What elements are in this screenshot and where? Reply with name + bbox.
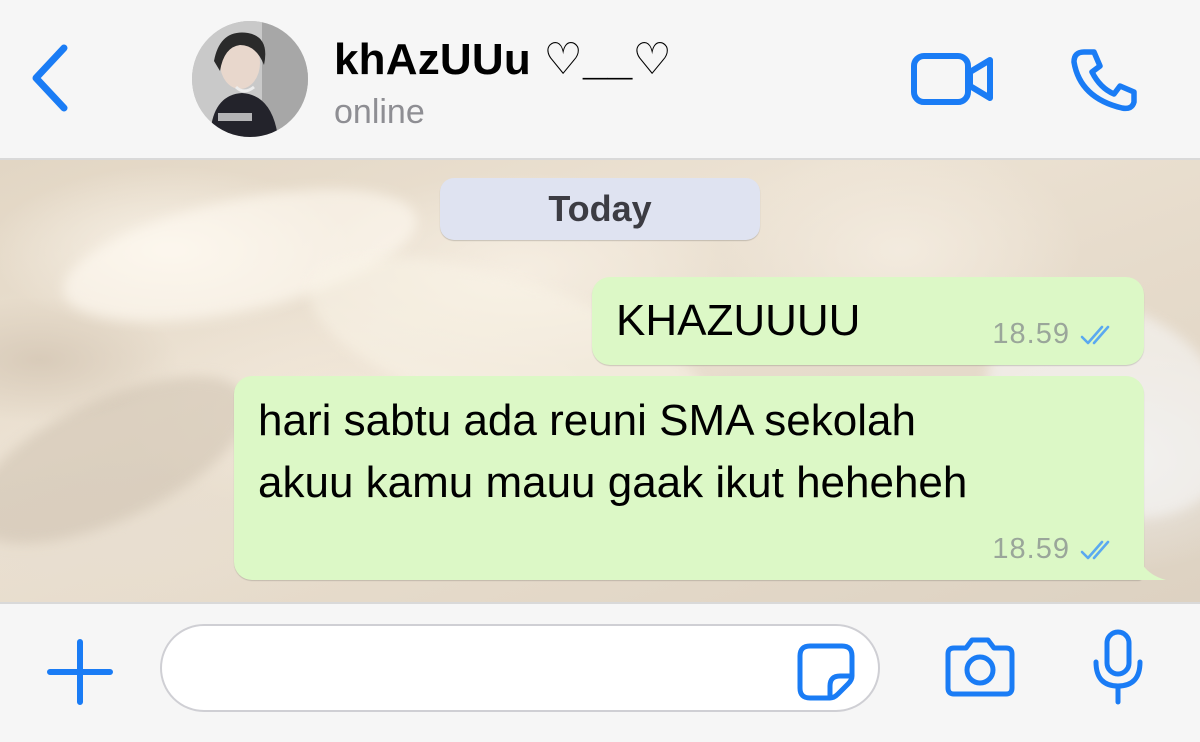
message-time: 18.59 [992, 533, 1070, 565]
message-input[interactable] [160, 624, 880, 712]
wallpaper-texture [0, 342, 272, 578]
voice-message-button[interactable] [1090, 628, 1146, 708]
message-bubble-outgoing[interactable]: hari sabtu ada reuni SMA sekolah akuu ka… [234, 376, 1166, 580]
message-time: 18.59 [992, 318, 1070, 350]
message-composer [0, 602, 1200, 742]
contact-name[interactable]: khAzUUu ♡__♡ [334, 34, 672, 85]
message-line: hari sabtu ada reuni SMA sekolah [258, 396, 916, 445]
camera-icon [945, 637, 1015, 697]
message-bubble-outgoing[interactable]: KHAZUUUU 18.59 [592, 277, 1144, 365]
sticker-icon [797, 643, 855, 701]
message-text: KHAZUUUU [616, 296, 861, 345]
camera-button[interactable] [944, 634, 1016, 698]
bubble-tail [1136, 550, 1166, 580]
double-check-read-icon [1080, 540, 1110, 559]
chat-header: khAzUUu ♡__♡ online [0, 0, 1200, 160]
phone-icon [1071, 49, 1137, 112]
message-text: hari sabtu ada reuni SMA sekolah akuu ka… [258, 390, 967, 514]
contact-status: online [334, 93, 425, 131]
double-check-read-icon [1080, 325, 1110, 344]
chat-area[interactable]: Today KHAZUUUU 18.59 hari sabtu ada reun… [0, 160, 1200, 602]
date-divider: Today [440, 178, 760, 240]
back-button[interactable] [26, 42, 74, 114]
sticker-button[interactable] [796, 642, 856, 702]
plus-icon [47, 639, 113, 705]
avatar-photo [192, 21, 308, 137]
chevron-left-icon [32, 44, 68, 112]
attach-button[interactable] [46, 638, 114, 706]
video-call-button[interactable] [910, 52, 994, 106]
message-line: akuu kamu mauu gaak ikut heheheh [258, 458, 968, 507]
video-camera-icon [911, 53, 993, 105]
message-meta: 18.59 [992, 533, 1118, 566]
message-meta: 18.59 [992, 318, 1118, 351]
microphone-icon [1093, 629, 1143, 705]
voice-call-button[interactable] [1070, 48, 1138, 112]
contact-avatar[interactable] [192, 21, 308, 137]
